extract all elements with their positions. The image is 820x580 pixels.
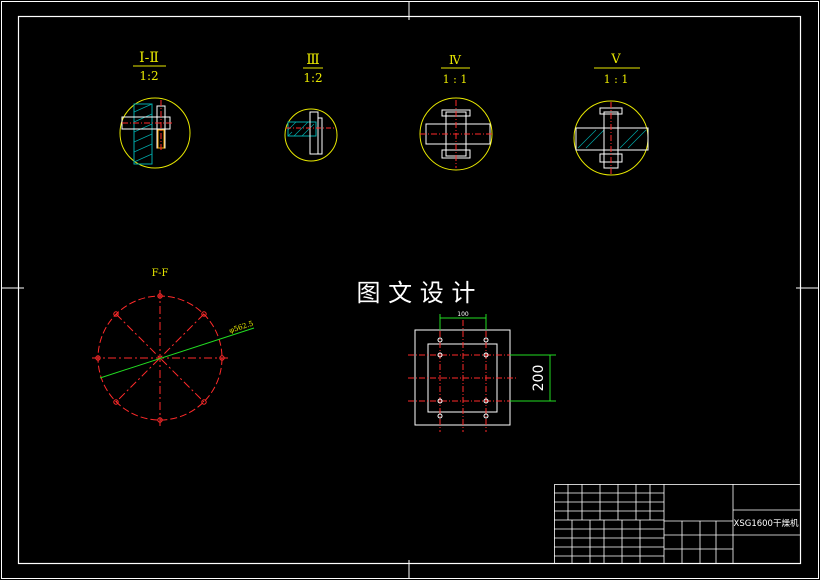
detail-5-scale-label: 1 : 1 [604,73,629,86]
square-side-dimension: 200 [531,365,547,392]
flange-view: F-F φ562.5 [92,268,254,426]
detail-3-scale-label: 1:2 [303,71,322,85]
detail-view-5: Ⅴ 1 : 1 [573,52,649,176]
engineering-drawing-sheet: Ⅰ-Ⅱ 1:2 Ⅲ 1:2 Ⅳ 1 : 1 Ⅴ 1: 1 F-F φ562.5… [1,1,819,579]
detail-view-3: Ⅲ 1:2 [284,52,338,162]
detail-5-roman-label: Ⅴ [610,52,621,67]
watermark-text: 图 文 设 计 [357,279,476,307]
detail-4-scale-label: 1 : 1 [443,73,468,86]
square-top-dimension: 100 [457,311,469,318]
detail-1-roman-label: Ⅰ-Ⅱ [139,50,159,66]
detail-4-roman-label: Ⅳ [449,53,462,67]
detail-view-4: Ⅳ 1 : 1 [419,53,493,171]
detail-view-1-2: Ⅰ-Ⅱ 1:2 [119,50,191,169]
detail-1-scale-label: 1:2 [139,69,158,83]
drawing-title: XSG1600干燥机 [734,518,799,529]
detail-3-roman-label: Ⅲ [306,52,320,68]
flange-view-label: F-F [152,268,169,279]
square-plate-view: 100 200 [408,311,556,432]
